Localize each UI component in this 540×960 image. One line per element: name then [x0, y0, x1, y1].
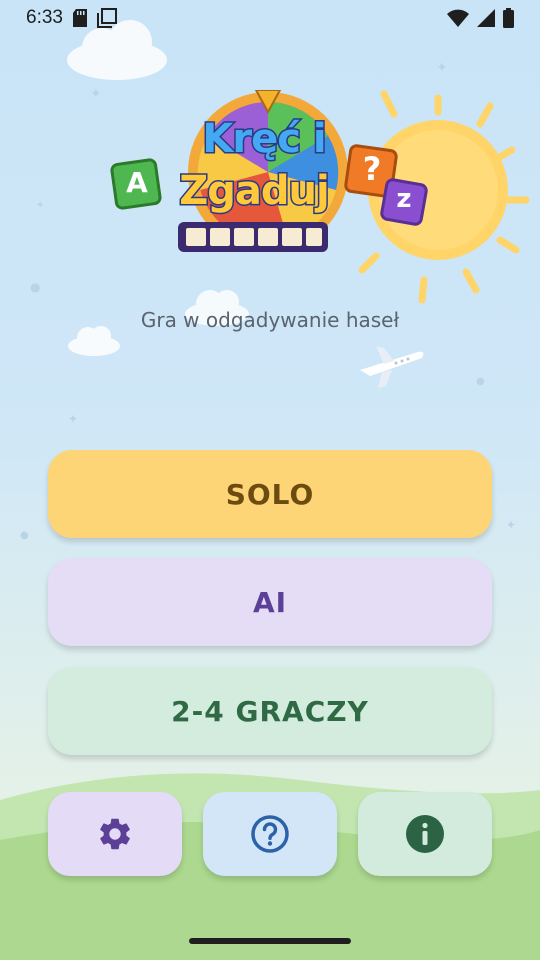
app-subtitle: Gra w odgadywanie haseł: [140, 308, 400, 332]
airplane-decoration: [360, 346, 424, 388]
sparkle-icon: ✦: [36, 200, 45, 211]
wifi-icon: [447, 9, 469, 27]
status-time: 6:33: [26, 7, 63, 28]
sparkle-icon: ●: [476, 376, 485, 387]
app-logo: A ? z Kręć i Zgaduj: [108, 90, 438, 270]
info-icon: [406, 815, 444, 853]
sparkle-icon: ✦: [90, 86, 102, 102]
sparkle-icon: ✦: [506, 518, 517, 532]
ai-button[interactable]: AI: [48, 558, 492, 646]
logo-title-line2: Zgaduj: [178, 167, 331, 216]
sparkle-icon: ✦: [68, 412, 79, 426]
home-indicator[interactable]: [189, 938, 351, 944]
signal-icon: [477, 9, 495, 27]
question-icon: [251, 815, 289, 853]
gear-icon: [100, 818, 130, 850]
logo-tile-a: A: [126, 166, 148, 199]
sparkle-icon: ●: [30, 280, 41, 294]
info-button[interactable]: [358, 792, 492, 876]
logo-tile-z: z: [396, 184, 412, 214]
cloud-decoration: [67, 20, 167, 80]
settings-button[interactable]: [48, 792, 182, 876]
solo-button[interactable]: SOLO: [48, 450, 492, 538]
status-right: [447, 8, 514, 28]
help-button[interactable]: [203, 792, 337, 876]
sparkle-icon: ●: [20, 530, 29, 541]
battery-icon: [503, 8, 514, 28]
sparkle-icon: ✦: [436, 60, 448, 76]
logo-title-line1: Kręć i: [201, 115, 328, 164]
multiplayer-button[interactable]: 2-4 GRACZY: [48, 667, 492, 755]
